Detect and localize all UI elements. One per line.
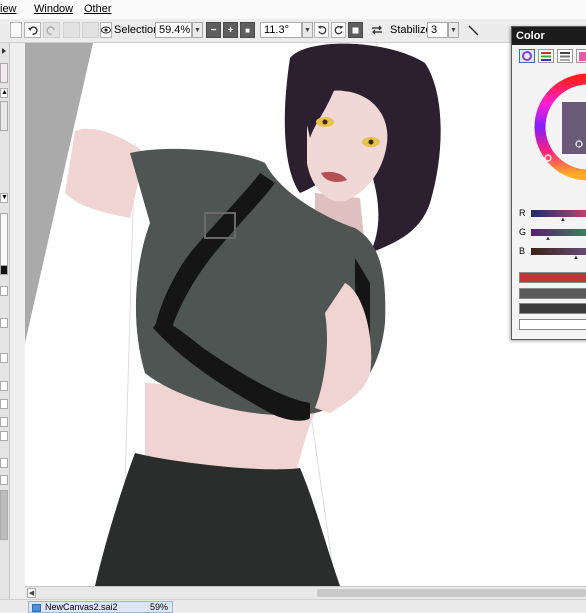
selection-visibility-button[interactable]	[100, 22, 112, 38]
rotate-ccw-button[interactable]	[314, 22, 329, 38]
stabilizer-dropdown[interactable]: ▼	[448, 22, 459, 38]
undo-button[interactable]	[24, 22, 41, 38]
document-tab[interactable]: NewCanvas2.sai2 59%	[28, 601, 173, 613]
left-panel-field-4[interactable]	[0, 381, 8, 391]
left-panel-field-5[interactable]	[0, 399, 8, 409]
left-panel-swatch[interactable]	[0, 63, 8, 83]
rotate-cw-button[interactable]	[331, 22, 346, 38]
green-channel-slider[interactable]	[531, 229, 586, 236]
red-slider-handle[interactable]: ▲	[560, 217, 566, 223]
left-panel-preview	[0, 213, 8, 273]
left-panel-field-7[interactable]	[0, 431, 8, 441]
left-tool-panel: ▲ ▼	[0, 43, 10, 603]
eye-icon	[101, 26, 111, 34]
horizontal-scroll-thumb[interactable]	[317, 589, 586, 597]
color-swatch-3[interactable]	[519, 303, 586, 314]
blue-channel-label: B	[519, 246, 526, 256]
selection-label: Selection	[114, 24, 160, 36]
toolbar-button-disabled-2[interactable]	[82, 22, 99, 38]
color-panel: Color R ▲ G ▲ B ▲	[511, 26, 586, 340]
blue-channel-slider[interactable]	[531, 248, 586, 255]
left-panel-field-9[interactable]	[0, 475, 8, 485]
left-panel-scroll-up[interactable]: ▲	[0, 88, 8, 98]
left-panel-scrollbar[interactable]	[0, 101, 8, 131]
red-channel-slider[interactable]	[531, 210, 586, 217]
toolbar-button-disabled-1[interactable]	[63, 22, 80, 38]
toolbar-grip[interactable]	[10, 22, 22, 38]
hue-ring[interactable]	[532, 72, 586, 182]
horizontal-scrollbar[interactable]: ◀	[25, 586, 586, 599]
left-panel-scrollbar-lower[interactable]	[0, 490, 8, 540]
color-wheel-icon	[522, 51, 532, 61]
blue-slider-handle[interactable]: ▲	[573, 255, 579, 261]
status-bar: NewCanvas2.sai2 59%	[0, 599, 586, 613]
left-panel-field-8[interactable]	[0, 458, 8, 468]
rotate-reset-icon	[352, 27, 359, 33]
menu-bar: iew Window Other	[0, 0, 586, 20]
left-panel-field-3[interactable]	[0, 353, 8, 363]
menu-window[interactable]: Window	[34, 3, 73, 15]
palette-tab[interactable]	[576, 49, 586, 63]
menu-other[interactable]: Other	[84, 3, 112, 15]
zoom-out-button[interactable]: −	[206, 22, 221, 38]
green-slider-handle[interactable]: ▲	[545, 236, 551, 242]
chevron-down-icon: ▼	[304, 26, 311, 34]
flip-horizontal-icon	[372, 25, 382, 35]
toolbar: Selection 59.4% ▼ − + ■ 11.3° ▼ Stabiliz…	[0, 19, 586, 43]
redo-button[interactable]	[43, 22, 60, 38]
rotate-cw-icon	[334, 26, 343, 35]
zoom-dropdown[interactable]: ▼	[192, 22, 203, 38]
chevron-down-icon: ▼	[450, 26, 457, 34]
left-panel-field-2[interactable]	[0, 318, 8, 328]
rotate-reset-button[interactable]	[348, 22, 363, 38]
scroll-left-button[interactable]: ◀	[27, 588, 36, 598]
redo-icon	[46, 25, 55, 35]
left-panel-checkbox[interactable]	[0, 265, 8, 275]
zoom-reset-button[interactable]: ■	[240, 22, 255, 38]
canvas-area[interactable]	[25, 43, 586, 586]
document-zoom: 59%	[149, 602, 168, 612]
color-wheel-tab[interactable]	[519, 49, 535, 63]
artwork-canvas[interactable]	[25, 43, 586, 586]
rotation-dropdown[interactable]: ▼	[302, 22, 313, 38]
hsv-slider-tab[interactable]	[557, 49, 573, 63]
rotation-field[interactable]: 11.3°	[260, 22, 302, 38]
rotate-ccw-icon	[317, 26, 326, 35]
menu-view[interactable]: iew	[0, 3, 17, 15]
left-panel-scroll-down[interactable]: ▼	[0, 193, 8, 203]
undo-icon	[28, 25, 38, 35]
zoom-field[interactable]: 59.4%	[155, 22, 192, 38]
rgb-slider-icon	[541, 51, 551, 61]
move-icon[interactable]	[0, 47, 8, 56]
color-swatch-1[interactable]	[519, 272, 586, 283]
palette-icon	[579, 51, 586, 61]
color-swatch-2[interactable]	[519, 288, 586, 299]
color-swatch-4[interactable]	[519, 319, 586, 330]
flip-horizontal-button[interactable]	[369, 22, 385, 38]
pen-icon	[468, 25, 479, 35]
pen-pressure-button[interactable]	[466, 22, 481, 38]
green-channel-label: G	[519, 227, 527, 237]
left-panel-field-6[interactable]	[0, 417, 8, 427]
chevron-down-icon: ▼	[194, 26, 201, 34]
rgb-slider-tab[interactable]	[538, 49, 554, 63]
color-panel-title[interactable]: Color	[512, 27, 586, 45]
canvas-gutter	[10, 43, 25, 603]
zoom-in-button[interactable]: +	[223, 22, 238, 38]
stabilizer-field[interactable]: 3	[427, 22, 448, 38]
left-panel-field-1[interactable]	[0, 286, 8, 296]
hsv-slider-icon	[560, 51, 570, 61]
red-channel-label: R	[519, 208, 526, 218]
